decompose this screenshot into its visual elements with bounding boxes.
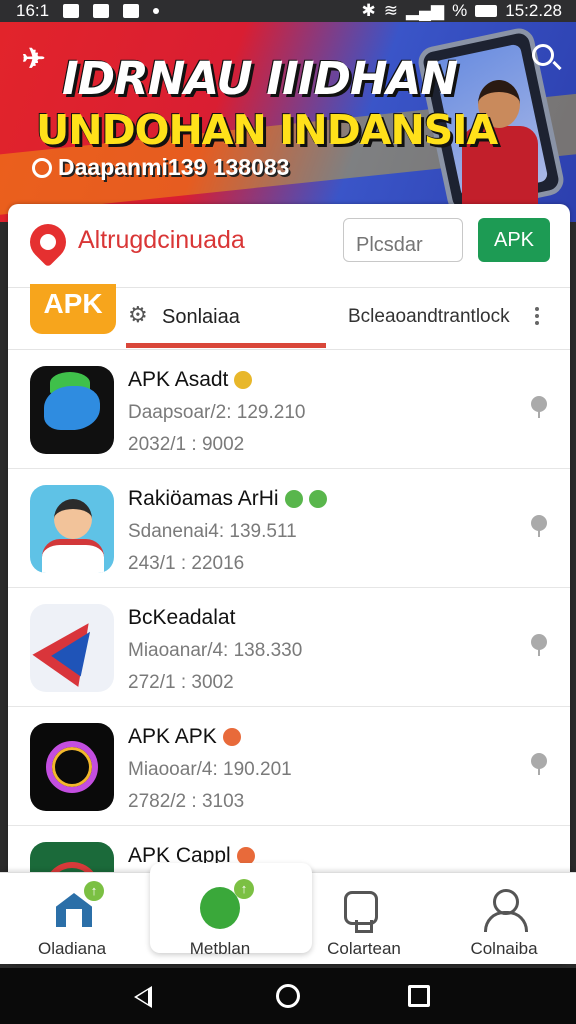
- notification-icon: [93, 4, 110, 18]
- app-name: APK APK: [128, 725, 241, 749]
- emoji-icon: [234, 371, 253, 390]
- tab-bar: APK ⚙ Sonlaiaa Bcleaoandtrantlock: [8, 284, 570, 350]
- arrow-app-icon: [30, 604, 114, 692]
- app-meta: Miaoanar/4: 138.330: [128, 640, 303, 661]
- status-clock: 15:2.28: [505, 1, 562, 20]
- pin-icon[interactable]: [530, 396, 548, 418]
- nav-badge: ↑: [84, 881, 104, 901]
- nav-label: Colnaiba: [470, 939, 538, 958]
- nav-item-leaf[interactable]: ↑ Metblan: [148, 879, 292, 961]
- app-meta-secondary: 2032/1 : 9002: [128, 434, 245, 455]
- app-meta-secondary: 243/1 : 22016: [128, 553, 245, 574]
- nav-label: Colartean: [327, 939, 401, 958]
- pin-icon[interactable]: [530, 515, 548, 537]
- banner-subtitle: Daapanmi139 138083: [32, 154, 289, 181]
- pin-icon[interactable]: [530, 634, 548, 656]
- back-icon[interactable]: [134, 986, 152, 1008]
- clock-icon: [32, 157, 52, 178]
- promo-banner[interactable]: ✈ IDRNAU IIIDHAN UNDOHAN INDANSIA Daapan…: [0, 22, 576, 222]
- banner-subtitle-text: Daapanmi139 138083: [58, 154, 290, 180]
- app-name: APK Asadt: [128, 368, 253, 392]
- emoji-icon: [308, 490, 327, 509]
- nav-item-home[interactable]: ↑ Oladiana: [0, 881, 144, 961]
- apk-button[interactable]: APK: [478, 218, 550, 262]
- signal-icon: ▂▄▆: [405, 1, 445, 20]
- tab-first[interactable]: Sonlaiaa: [162, 306, 240, 329]
- battery-icon: [475, 5, 498, 17]
- dot-icon: [153, 8, 160, 14]
- app-meta: Sdanenai4: 139.511: [128, 521, 297, 542]
- main-card: Altrugdcinuada APK APK ⚙ Sonlaiaa Bcleao…: [8, 204, 570, 964]
- collection-icon: [344, 891, 378, 933]
- nav-badge: ↑: [234, 879, 254, 899]
- notification-icon: [123, 4, 140, 18]
- nav-item-collection[interactable]: Colartean: [292, 881, 436, 961]
- list-item[interactable]: APK Asadt Daapsoar/2: 129.210 2032/1 : 9…: [8, 350, 570, 469]
- search-input[interactable]: [343, 218, 463, 262]
- tab-active-indicator: [126, 343, 326, 348]
- app-list: APK Asadt Daapsoar/2: 129.210 2032/1 : 9…: [8, 350, 570, 945]
- banner-title: IDRNAU IIIDHAN: [62, 52, 458, 105]
- bluetooth-icon: ✱: [361, 1, 376, 20]
- app-logo-icon: [22, 216, 74, 268]
- top-bar: Altrugdcinuada APK: [8, 204, 570, 288]
- battery-percent: %: [452, 1, 468, 20]
- app-meta-secondary: 2782/2 : 3103: [128, 791, 245, 812]
- nav-item-profile[interactable]: Colnaiba: [432, 881, 576, 961]
- banner-headline: UNDOHAN INDANSIA: [36, 106, 498, 154]
- status-bar: 16:1 ✱ ≋ ▂▄▆ % 15:2.28: [0, 0, 576, 22]
- bottom-nav: ↑ Oladiana ↑ Metblan Colartean Colnaiba: [0, 863, 576, 964]
- more-options-icon[interactable]: [532, 304, 542, 330]
- search-icon[interactable]: [532, 44, 554, 66]
- list-item[interactable]: Rakiöamas ArHi Sdanenai4: 139.511 243/1 …: [8, 469, 570, 588]
- nav-label: Oladiana: [37, 939, 107, 958]
- apk-badge: APK: [30, 284, 116, 334]
- emoji-icon: [222, 728, 241, 747]
- ring-app-icon: [30, 723, 114, 811]
- screen: 16:1 ✱ ≋ ▂▄▆ % 15:2.28 ✈ IDRNAU IIIDHAN …: [0, 0, 576, 1024]
- app-name: BcKeadalat: [128, 606, 236, 629]
- wifi-icon: ≋: [383, 1, 398, 20]
- app-meta: Miaooar/4: 190.201: [128, 759, 292, 780]
- notification-icon: [63, 4, 80, 18]
- app-name: Rakiöamas ArHi: [128, 487, 327, 511]
- nav-label: Metblan: [189, 939, 251, 958]
- system-nav-bar: [0, 968, 576, 1024]
- profile-icon: [484, 889, 528, 932]
- recents-icon[interactable]: [408, 985, 430, 1007]
- app-meta: Daapsoar/2: 129.210: [128, 402, 306, 423]
- app-title: Altrugdcinuada: [78, 226, 245, 254]
- home-circle-icon[interactable]: [276, 984, 300, 1008]
- avatar-app-icon: [30, 485, 114, 573]
- app-meta-secondary: 272/1 : 3002: [128, 672, 234, 693]
- share-icon[interactable]: ✈: [22, 42, 45, 75]
- gear-icon[interactable]: ⚙: [128, 304, 150, 326]
- emoji-icon: [284, 490, 303, 509]
- fish-app-icon: [30, 366, 114, 454]
- status-time: 16:1: [16, 1, 50, 20]
- tab-second[interactable]: Bcleaoandtrantlock: [348, 306, 510, 328]
- pin-icon[interactable]: [530, 753, 548, 775]
- list-item[interactable]: BcKeadalat Miaoanar/4: 138.330 272/1 : 3…: [8, 588, 570, 707]
- list-item[interactable]: APK APK Miaooar/4: 190.201 2782/2 : 3103: [8, 707, 570, 826]
